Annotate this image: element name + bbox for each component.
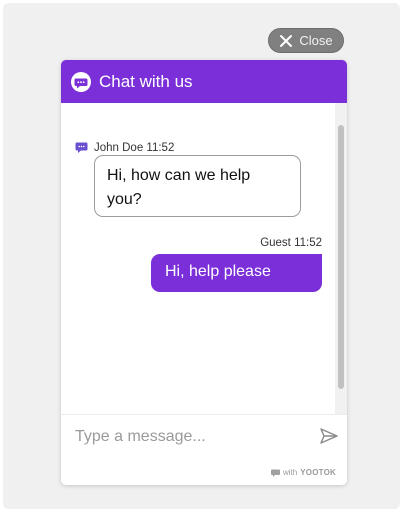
guest-message-bubble: Hi, help please bbox=[151, 254, 322, 292]
chat-bubble-icon bbox=[71, 71, 91, 92]
composer bbox=[61, 414, 347, 458]
message-input[interactable] bbox=[73, 423, 307, 451]
scrollbar-thumb[interactable] bbox=[338, 125, 344, 389]
scrollbar-track[interactable] bbox=[335, 103, 347, 414]
agent-sender-time: John Doe 11:52 bbox=[94, 141, 175, 154]
powered-by-prefix: with bbox=[283, 468, 298, 477]
agent-avatar-icon bbox=[75, 142, 88, 153]
close-icon bbox=[280, 34, 293, 47]
brand-chat-icon bbox=[271, 469, 281, 477]
close-button[interactable]: Close bbox=[268, 28, 344, 53]
guest-sender-time: Guest 11:52 bbox=[260, 237, 322, 249]
agent-message-meta: John Doe 11:52 bbox=[75, 141, 174, 154]
chat-title: Chat with us bbox=[99, 71, 193, 91]
agent-message-bubble: Hi, how can we help you? bbox=[94, 155, 301, 217]
close-button-label: Close bbox=[299, 33, 333, 48]
chat-header: Chat with us bbox=[61, 60, 347, 103]
send-icon[interactable] bbox=[319, 427, 339, 445]
powered-by: with YOOTOK bbox=[271, 468, 336, 477]
brand-name: YOOTOK bbox=[300, 468, 336, 477]
